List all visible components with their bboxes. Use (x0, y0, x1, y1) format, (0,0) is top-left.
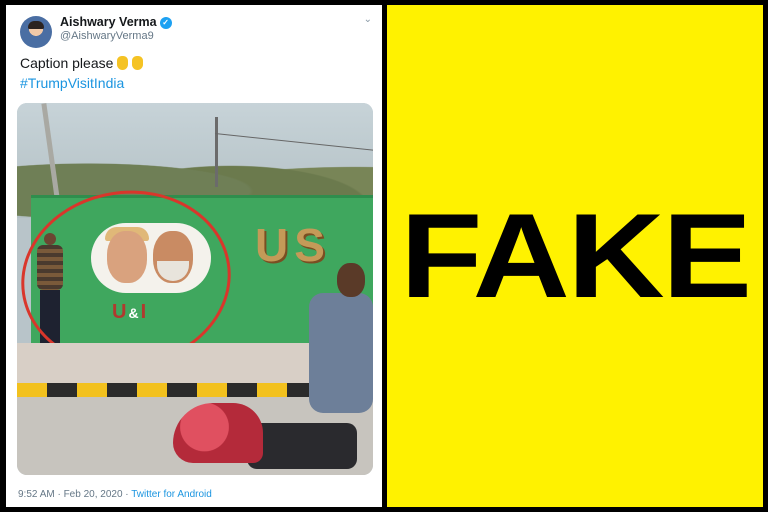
tweet-source-link[interactable]: Twitter for Android (131, 489, 212, 500)
photo-rider-body (309, 293, 373, 413)
photo-rider-head (337, 263, 365, 297)
tweet-card: Aishwary Verma ✓ @AishwaryVerma9 ⌄ Captio… (6, 5, 382, 507)
avatar[interactable] (20, 16, 52, 48)
tweet-timestamp[interactable]: 9:52 AM · Feb 20, 2020 · (18, 489, 129, 500)
photo-motorcycle-body (247, 423, 357, 469)
display-name-text: Aishwary Verma (60, 15, 157, 29)
display-name[interactable]: Aishwary Verma ✓ (60, 15, 172, 29)
tweet-footer: 9:52 AM · Feb 20, 2020 · Twitter for And… (18, 489, 212, 500)
pointing-down-emoji-icon (132, 56, 144, 70)
tweet-photo[interactable]: U&I US (17, 103, 373, 475)
tweet-text: Caption please (20, 55, 144, 71)
chevron-down-icon[interactable]: ⌄ (364, 14, 372, 25)
user-handle[interactable]: @AishwaryVerma9 (60, 30, 154, 42)
pointing-down-emoji-icon (117, 56, 129, 70)
avatar-hair (28, 21, 44, 29)
photo-power-tower (215, 117, 218, 187)
tweet-text-content: Caption please (20, 55, 114, 71)
fake-verdict-panel: FAKE (387, 5, 763, 507)
hashtag-link[interactable]: #TrumpVisitIndia (20, 75, 124, 91)
fake-label: FAKE (400, 189, 752, 323)
photo-motorcycle-tank (173, 403, 263, 463)
verified-badge-icon: ✓ (159, 17, 172, 29)
